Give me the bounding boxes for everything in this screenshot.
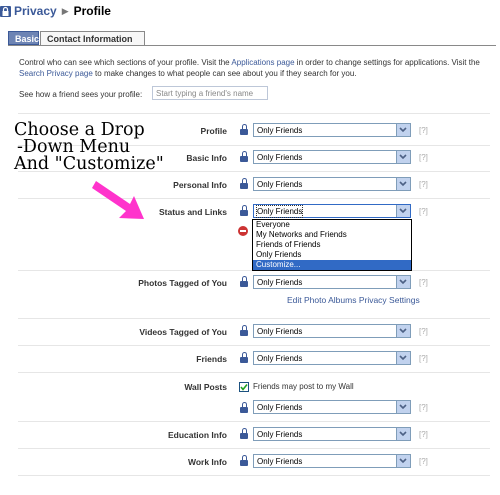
dropdown-option-everyone[interactable]: Everyone bbox=[253, 220, 411, 230]
intro-text-part: to make changes to what people can see a… bbox=[92, 69, 357, 78]
breadcrumb: Privacy ▶ Profile bbox=[0, 2, 111, 20]
privacy-select-profile[interactable]: Only Friends bbox=[253, 123, 411, 137]
chevron-down-icon[interactable] bbox=[396, 178, 410, 190]
chevron-down-icon[interactable] bbox=[396, 276, 410, 288]
remove-icon[interactable] bbox=[238, 226, 248, 236]
breadcrumb-privacy-link[interactable]: Privacy bbox=[14, 4, 57, 18]
help-link[interactable]: [?] bbox=[419, 180, 428, 189]
chevron-down-icon[interactable] bbox=[396, 455, 410, 467]
intro-text: Control who can see which sections of yo… bbox=[19, 57, 489, 79]
chevron-down-icon[interactable] bbox=[396, 401, 410, 413]
privacy-select-basic-info[interactable]: Only Friends bbox=[253, 150, 411, 164]
help-link[interactable]: [?] bbox=[419, 126, 428, 135]
row-divider bbox=[18, 318, 490, 319]
lock-icon bbox=[239, 455, 249, 466]
tab-basic[interactable]: Basic bbox=[8, 31, 39, 45]
privacy-dropdown-list[interactable]: Everyone My Networks and Friends Friends… bbox=[252, 219, 412, 271]
applications-page-link[interactable]: Applications page bbox=[231, 58, 294, 67]
row-divider bbox=[18, 345, 490, 346]
row-divider bbox=[18, 475, 490, 476]
row-label-education-info: Education Info bbox=[167, 430, 227, 440]
chevron-down-icon[interactable] bbox=[396, 325, 410, 337]
row-label-friends: Friends bbox=[196, 354, 227, 364]
select-value: Only Friends bbox=[257, 430, 303, 439]
lock-icon bbox=[239, 205, 249, 216]
row-label-wall-posts: Wall Posts bbox=[184, 382, 227, 392]
select-value: Only Friends bbox=[257, 153, 303, 162]
chevron-down-icon[interactable] bbox=[396, 124, 410, 136]
select-value: Only Friends bbox=[257, 180, 303, 189]
privacy-select-personal-info[interactable]: Only Friends bbox=[253, 177, 411, 191]
privacy-select-wall-posts[interactable]: Only Friends bbox=[253, 400, 411, 414]
help-link[interactable]: [?] bbox=[419, 327, 428, 336]
intro-text-part: in order to change settings for applicat… bbox=[294, 58, 480, 67]
lock-icon bbox=[239, 402, 249, 413]
row-divider bbox=[18, 421, 490, 422]
lock-icon bbox=[239, 428, 249, 439]
help-link[interactable]: [?] bbox=[419, 354, 428, 363]
friend-name-input[interactable]: Start typing a friend's name bbox=[152, 86, 268, 100]
lock-icon bbox=[239, 352, 249, 363]
select-value: Only Friends bbox=[257, 126, 303, 135]
preview-label: See how a friend sees your profile: bbox=[19, 90, 143, 99]
wall-post-checkbox[interactable] bbox=[239, 382, 249, 392]
dropdown-option-customize[interactable]: Customize... bbox=[253, 260, 411, 270]
privacy-select-videos-tagged[interactable]: Only Friends bbox=[253, 324, 411, 338]
select-value: Only Friends bbox=[257, 457, 303, 466]
annotation-line: And "Customize" bbox=[14, 154, 164, 174]
page-title: Profile bbox=[73, 4, 111, 18]
privacy-select-education-info[interactable]: Only Friends bbox=[253, 427, 411, 441]
breadcrumb-separator: ▶ bbox=[61, 5, 69, 16]
lock-icon bbox=[239, 276, 249, 287]
row-divider bbox=[18, 448, 490, 449]
help-link[interactable]: [?] bbox=[419, 403, 428, 412]
privacy-lock-icon bbox=[0, 5, 11, 17]
chevron-down-icon[interactable] bbox=[396, 205, 410, 217]
help-link[interactable]: [?] bbox=[419, 457, 428, 466]
chevron-down-icon[interactable] bbox=[396, 428, 410, 440]
help-link[interactable]: [?] bbox=[419, 207, 428, 216]
wall-post-checkbox-label: Friends may post to my Wall bbox=[253, 382, 354, 391]
tab-contact-information[interactable]: Contact Information bbox=[40, 31, 145, 45]
row-label-photos-tagged: Photos Tagged of You bbox=[138, 278, 227, 288]
dropdown-option-my-networks-and-friends[interactable]: My Networks and Friends bbox=[253, 230, 411, 240]
tab-divider bbox=[8, 45, 496, 46]
row-label-work-info: Work Info bbox=[187, 457, 227, 467]
row-label-videos-tagged: Videos Tagged of You bbox=[139, 327, 227, 337]
annotation-text: Choose a Drop -Down Menu And "Customize" bbox=[14, 121, 174, 174]
lock-icon bbox=[239, 178, 249, 189]
help-link[interactable]: [?] bbox=[419, 430, 428, 439]
lock-icon bbox=[239, 325, 249, 336]
intro-text-part: Control who can see which sections of yo… bbox=[19, 58, 232, 67]
select-value: Only Friends bbox=[257, 354, 303, 363]
privacy-select-work-info[interactable]: Only Friends bbox=[253, 454, 411, 468]
help-link[interactable]: [?] bbox=[419, 153, 428, 162]
help-link[interactable]: [?] bbox=[419, 278, 428, 287]
privacy-select-status-and-links[interactable]: Only Friends bbox=[253, 204, 411, 218]
lock-icon bbox=[239, 151, 249, 162]
search-privacy-page-link[interactable]: Search Privacy page bbox=[19, 69, 93, 78]
row-divider bbox=[18, 113, 490, 114]
chevron-down-icon[interactable] bbox=[396, 352, 410, 364]
privacy-select-photos-tagged[interactable]: Only Friends bbox=[253, 275, 411, 289]
select-value: Only Friends bbox=[255, 205, 304, 218]
edit-photo-albums-privacy-link[interactable]: Edit Photo Albums Privacy Settings bbox=[287, 295, 420, 305]
dropdown-option-only-friends[interactable]: Only Friends bbox=[253, 250, 411, 260]
privacy-select-friends[interactable]: Only Friends bbox=[253, 351, 411, 365]
select-value: Only Friends bbox=[257, 327, 303, 336]
select-value: Only Friends bbox=[257, 403, 303, 412]
lock-icon bbox=[239, 124, 249, 135]
row-divider bbox=[18, 198, 490, 199]
chevron-down-icon[interactable] bbox=[396, 151, 410, 163]
annotation-arrow-icon bbox=[92, 181, 144, 219]
row-divider bbox=[18, 372, 490, 373]
select-value: Only Friends bbox=[257, 278, 303, 287]
dropdown-option-friends-of-friends[interactable]: Friends of Friends bbox=[253, 240, 411, 250]
